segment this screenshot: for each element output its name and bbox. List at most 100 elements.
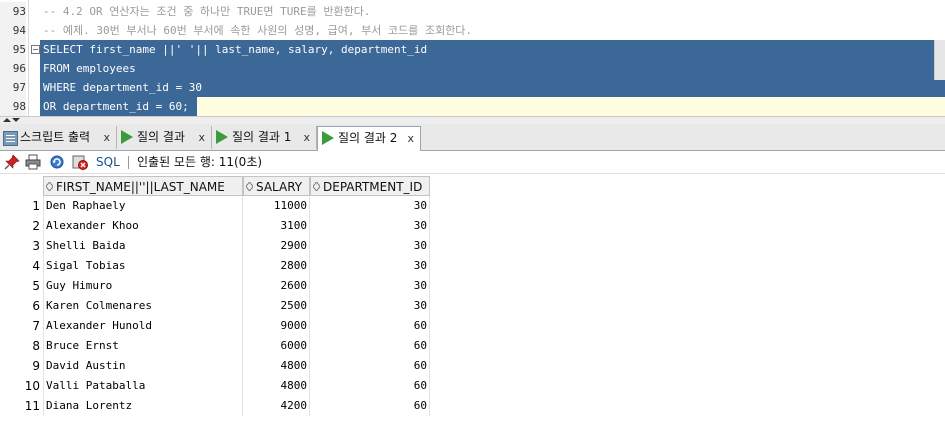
code-text: SELECT first_name ||' '|| last_name, sal… [43, 43, 428, 56]
column-header-salary[interactable]: SALARY [243, 176, 310, 196]
cell-name[interactable]: Alexander Khoo [43, 216, 243, 236]
cell-name[interactable]: Bruce Ernst [43, 336, 243, 356]
editor-scrollbar[interactable] [934, 40, 945, 80]
cell-salary[interactable]: 4800 [243, 376, 310, 396]
close-tab-button[interactable]: x [407, 127, 414, 150]
selection-highlight [40, 59, 945, 78]
cell-department-id[interactable]: 30 [310, 256, 430, 276]
editor-line-93[interactable]: 93 -- 4.2 OR 연산자는 조건 중 하나만 TRUE면 TURE를 반… [0, 2, 945, 21]
cell-salary[interactable]: 6000 [243, 336, 310, 356]
table-row[interactable]: 3 Shelli Baida 2900 30 [0, 236, 945, 256]
cell-department-id[interactable]: 30 [310, 216, 430, 236]
editor-line-97[interactable]: 97 WHERE department_id = 30 [0, 78, 945, 97]
cell-name[interactable]: Shelli Baida [43, 236, 243, 256]
cell-name[interactable]: Valli Pataballa [43, 376, 243, 396]
row-number: 4 [32, 259, 40, 273]
editor-line-94[interactable]: 94 -- 예제. 30번 부서나 60번 부서에 속한 사원의 성명, 급여,… [0, 21, 945, 40]
results-grid[interactable]: FIRST_NAME||''||LAST_NAME SALARY DEPARTM… [0, 174, 945, 421]
code-text: WHERE department_id = 30 [43, 81, 202, 94]
fold-toggle-icon[interactable]: − [31, 45, 40, 54]
close-tab-button[interactable]: x [103, 126, 110, 149]
row-number: 8 [32, 339, 40, 353]
close-tab-button[interactable]: x [198, 126, 205, 149]
table-row[interactable]: 7 Alexander Hunold 9000 60 [0, 316, 945, 336]
table-row[interactable]: 11 Diana Lorentz 4200 60 [0, 396, 945, 416]
run-icon [216, 130, 228, 144]
table-row[interactable]: 6 Karen Colmenares 2500 30 [0, 296, 945, 316]
table-row[interactable]: 4 Sigal Tobias 2800 30 [0, 256, 945, 276]
code-comment: -- 4.2 OR 연산자는 조건 중 하나만 TRUE면 TURE를 반환한다… [43, 5, 371, 18]
cell-department-id[interactable]: 60 [310, 356, 430, 376]
row-number: 1 [32, 199, 40, 213]
cell-department-id[interactable]: 30 [310, 296, 430, 316]
current-line-highlight [197, 97, 945, 116]
sql-link[interactable]: SQL [96, 151, 120, 173]
cell-salary[interactable]: 2600 [243, 276, 310, 296]
row-number: 2 [32, 219, 40, 233]
column-header-label: FIRST_NAME||''||LAST_NAME [56, 180, 225, 194]
result-tabs: 스크립트 출력 x 질의 결과 x 질의 결과 1 x 질의 결과 2 x [0, 124, 945, 151]
editor-line-95[interactable]: 95 − SELECT first_name ||' '|| last_name… [0, 40, 945, 59]
tab-query-result-2[interactable]: 질의 결과 2 x [317, 126, 421, 151]
table-row[interactable]: 5 Guy Himuro 2600 30 [0, 276, 945, 296]
cell-name[interactable]: Guy Himuro [43, 276, 243, 296]
print-icon[interactable] [25, 154, 41, 170]
row-number: 5 [32, 279, 40, 293]
script-output-icon [3, 131, 18, 146]
table-row[interactable]: 10 Valli Pataballa 4800 60 [0, 376, 945, 396]
cell-salary[interactable]: 4800 [243, 356, 310, 376]
row-number: 9 [32, 359, 40, 373]
table-row[interactable]: 9 David Austin 4800 60 [0, 356, 945, 376]
pin-icon[interactable] [4, 154, 20, 170]
run-icon [121, 130, 133, 144]
cell-department-id[interactable]: 30 [310, 196, 430, 216]
cell-salary[interactable]: 11000 [243, 196, 310, 216]
cell-salary[interactable]: 4200 [243, 396, 310, 416]
sort-icon [313, 182, 320, 191]
cell-name[interactable]: Karen Colmenares [43, 296, 243, 316]
column-header-department[interactable]: DEPARTMENT_ID [310, 176, 430, 196]
collapse-down-icon[interactable] [12, 118, 20, 122]
cell-department-id[interactable]: 30 [310, 236, 430, 256]
code-text: FROM employees [43, 62, 136, 75]
fetch-status: 인출된 모든 행: 11(0초) [137, 155, 263, 169]
tab-script-output[interactable]: 스크립트 출력 x [0, 126, 117, 149]
close-tab-button[interactable]: x [303, 126, 310, 149]
cell-salary[interactable]: 3100 [243, 216, 310, 236]
cell-department-id[interactable]: 60 [310, 316, 430, 336]
cell-salary[interactable]: 9000 [243, 316, 310, 336]
tab-query-result-1[interactable]: 질의 결과 1 x [212, 126, 317, 149]
run-icon [322, 131, 334, 145]
cell-department-id[interactable]: 60 [310, 396, 430, 416]
cell-name[interactable]: Alexander Hunold [43, 316, 243, 336]
cell-name[interactable]: Den Raphaely [43, 196, 243, 216]
refresh-sql-icon[interactable] [49, 154, 65, 170]
cell-department-id[interactable]: 30 [310, 276, 430, 296]
collapse-up-icon[interactable] [3, 118, 11, 122]
toolbar-divider [128, 156, 129, 169]
cell-name[interactable]: David Austin [43, 356, 243, 376]
line-number: 97 [0, 78, 26, 97]
table-row[interactable]: 1 Den Raphaely 11000 30 [0, 196, 945, 216]
code-text: OR department_id = 60; [43, 100, 189, 113]
cell-name[interactable]: Sigal Tobias [43, 256, 243, 276]
cell-salary[interactable]: 2800 [243, 256, 310, 276]
tab-query-result[interactable]: 질의 결과 x [117, 126, 212, 149]
column-header-name[interactable]: FIRST_NAME||''||LAST_NAME [43, 176, 243, 196]
table-row[interactable]: 8 Bruce Ernst 6000 60 [0, 336, 945, 356]
cell-name[interactable]: Diana Lorentz [43, 396, 243, 416]
editor-line-98[interactable]: 98 OR department_id = 60; [0, 97, 945, 116]
editor-line-96[interactable]: 96 FROM employees [0, 59, 945, 78]
cell-salary[interactable]: 2500 [243, 296, 310, 316]
line-number: 96 [0, 59, 26, 78]
results-toolbar: SQL 인출된 모든 행: 11(0초) [0, 151, 945, 174]
cell-department-id[interactable]: 60 [310, 336, 430, 356]
column-header-label: SALARY [256, 180, 303, 194]
cell-department-id[interactable]: 60 [310, 376, 430, 396]
row-number: 3 [32, 239, 40, 253]
line-number: 95 [0, 40, 26, 59]
cell-salary[interactable]: 2900 [243, 236, 310, 256]
sql-editor[interactable]: 93 -- 4.2 OR 연산자는 조건 중 하나만 TRUE면 TURE를 반… [0, 0, 945, 116]
cancel-query-icon[interactable] [72, 154, 88, 170]
table-row[interactable]: 2 Alexander Khoo 3100 30 [0, 216, 945, 236]
